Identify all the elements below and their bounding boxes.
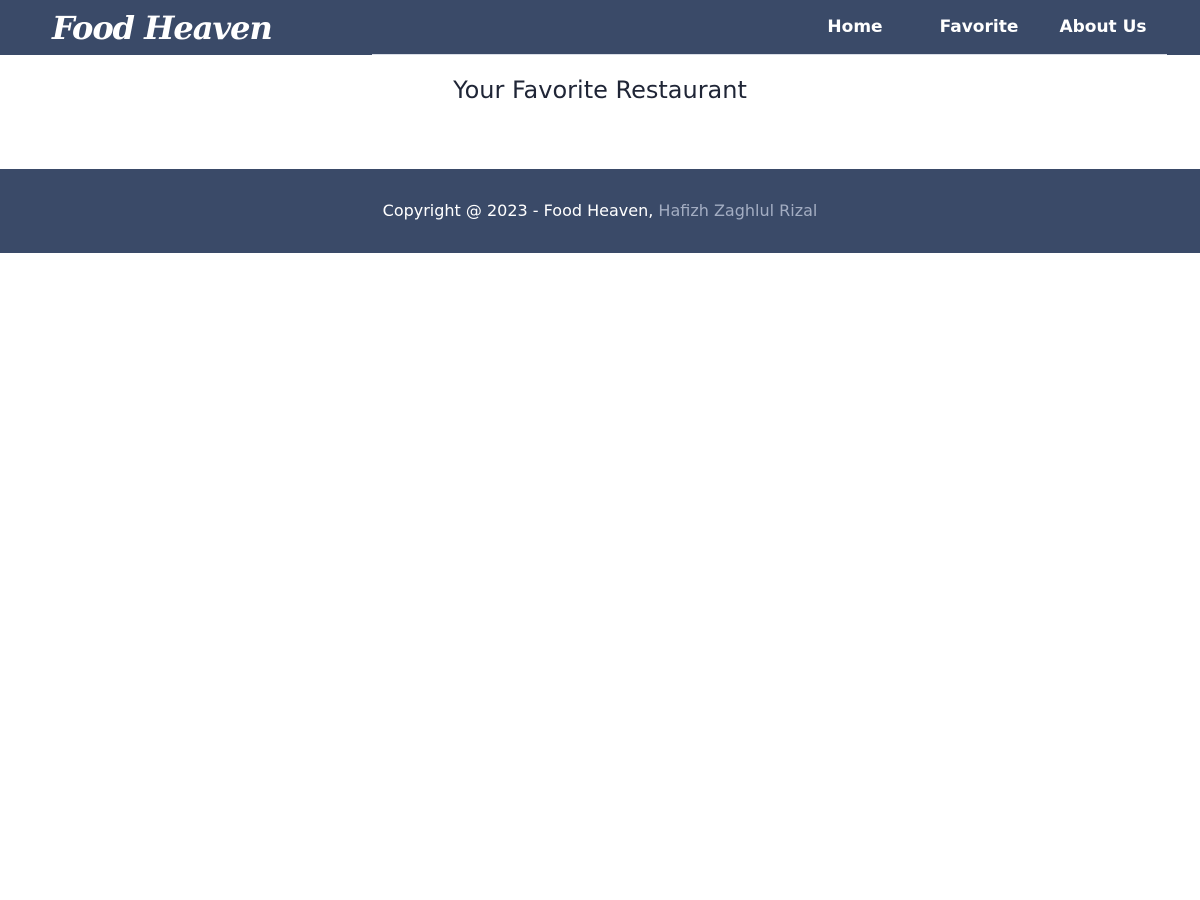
nav-home-link[interactable]: Home: [812, 0, 898, 55]
nav-about-us-link[interactable]: About Us: [1052, 0, 1154, 55]
footer-text: Copyright @ 2023 - Food Heaven, Hafizh Z…: [0, 169, 1200, 253]
copyright-text: Copyright @ 2023 - Food Heaven,: [382, 201, 659, 220]
brand-logo[interactable]: Food Heaven: [52, 6, 273, 50]
header-divider: [372, 54, 1167, 55]
page-title: Your Favorite Restaurant: [453, 76, 747, 104]
nav-favorite-link[interactable]: Favorite: [934, 0, 1024, 55]
author-link[interactable]: Hafizh Zaghlul Rizal: [658, 201, 817, 220]
footer: Copyright @ 2023 - Food Heaven, Hafizh Z…: [0, 169, 1200, 253]
app-bar: Food Heaven Home Favorite About Us: [0, 0, 1200, 55]
